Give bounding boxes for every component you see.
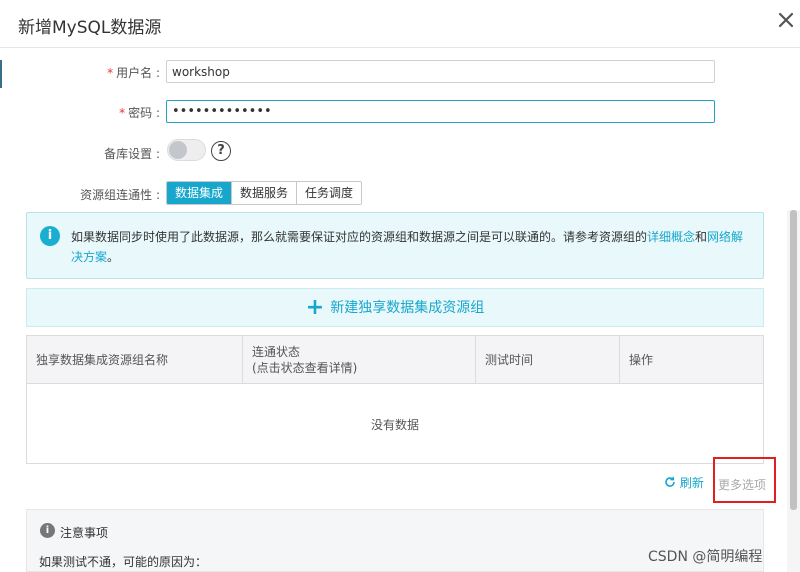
empty-table-text: 没有数据 <box>370 418 419 432</box>
tab-data-service[interactable]: 数据服务 <box>231 182 297 204</box>
tab-data-integration[interactable]: 数据集成 <box>167 182 232 204</box>
column-header-actions: 操作 <box>629 352 654 367</box>
backup-toggle[interactable] <box>167 139 206 161</box>
password-input[interactable]: ••••••••••••• <box>166 100 715 123</box>
create-resource-group-button[interactable]: + 新建独享数据集成资源组 <box>26 288 764 327</box>
left-edge-marker <box>0 60 2 88</box>
info-text: 如果数据同步时使用了此数据源，那么就需要保证对应的资源组和数据源之间是可以联通的… <box>71 230 744 264</box>
dialog-title: 新增MySQL数据源 <box>18 18 162 38</box>
toggle-knob <box>169 141 187 159</box>
column-header-name: 独享数据集成资源组名称 <box>27 336 243 383</box>
backup-label: 备库设置 : <box>104 147 160 161</box>
column-header-status: 连通状态 (点击状态查看详情) <box>243 336 476 383</box>
more-options-button[interactable]: 更多选项 <box>713 457 776 503</box>
info-icon: i <box>40 226 60 246</box>
resource-group-table: 独享数据集成资源组名称 连通状态 (点击状态查看详情) 测试时间 操作 没有数据 <box>26 335 764 464</box>
tab-task-scheduling[interactable]: 任务调度 <box>296 182 362 204</box>
scroll-thumb[interactable] <box>790 210 797 510</box>
watermark: CSDN @简明编程 <box>648 549 763 565</box>
concept-link[interactable]: 详细概念 <box>647 230 695 244</box>
close-icon[interactable] <box>776 10 796 30</box>
help-icon[interactable]: ? <box>211 141 231 161</box>
scrollbar[interactable] <box>787 210 800 572</box>
dialog-header: 新增MySQL数据源 <box>0 0 800 48</box>
refresh-button[interactable]: 刷新 <box>664 474 704 491</box>
info-box: i 如果数据同步时使用了此数据源，那么就需要保证对应的资源组和数据源之间是可以联… <box>26 212 764 279</box>
notes-title: 注意事项 <box>60 526 109 540</box>
connectivity-label: 资源组连通性 : <box>80 188 160 202</box>
table-header: 独享数据集成资源组名称 连通状态 (点击状态查看详情) 测试时间 操作 <box>27 336 763 384</box>
column-header-test-time: 测试时间 <box>476 336 620 383</box>
password-label: * 密码 : <box>119 106 160 120</box>
plus-icon: + <box>305 295 325 320</box>
refresh-icon <box>665 476 675 487</box>
username-label: * 用户名 : <box>107 66 160 80</box>
username-input[interactable] <box>166 60 715 83</box>
connectivity-tabs: 数据集成 数据服务 任务调度 <box>166 181 363 205</box>
notes-body: 如果测试不通，可能的原因为： <box>39 555 208 569</box>
notice-icon: i <box>40 523 55 538</box>
